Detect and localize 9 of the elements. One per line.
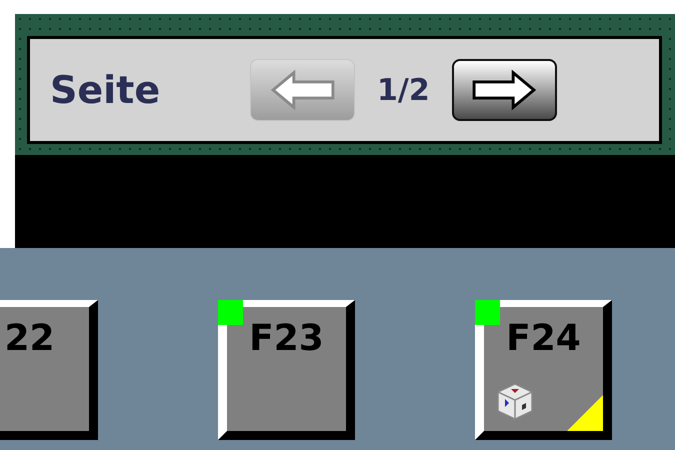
status-indicator bbox=[218, 300, 243, 325]
function-key[interactable]: F23 bbox=[218, 300, 355, 440]
status-indicator bbox=[475, 300, 500, 325]
page-number: 1/2 bbox=[377, 72, 430, 110]
page-label: Seite bbox=[50, 66, 162, 114]
function-key[interactable]: F24 bbox=[475, 300, 612, 440]
next-page-button[interactable] bbox=[452, 59, 557, 121]
corner-triangle-icon bbox=[567, 395, 603, 431]
function-key[interactable]: 22 bbox=[0, 300, 98, 440]
